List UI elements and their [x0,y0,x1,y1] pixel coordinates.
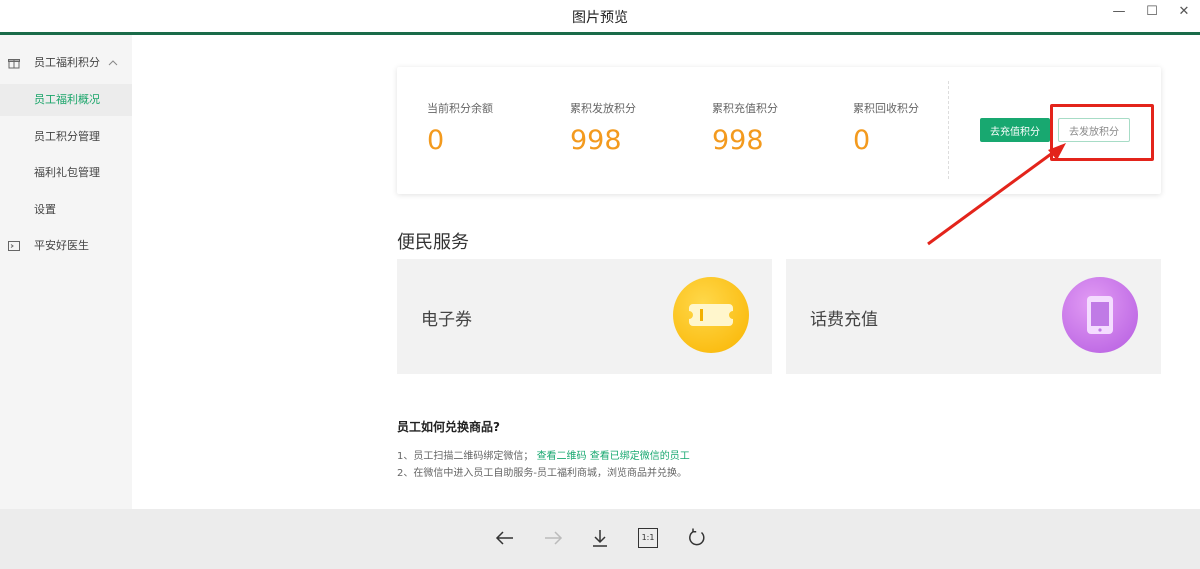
stat-label: 累积发放积分 [570,102,636,115]
sidebar-item-settings[interactable]: 设置 [0,194,132,226]
phone-icon [1062,277,1138,353]
sidebar-item-label: 员工福利积分 [34,56,100,69]
stat-label: 当前积分余额 [427,102,493,115]
maximize-icon[interactable]: ☐ [1141,3,1163,21]
sidebar-item-employee-welfare-points[interactable]: 员工福利积分 [0,47,132,79]
arrow-left-icon[interactable] [494,527,516,549]
stat-label: 累积回收积分 [853,102,919,115]
chevron-up-icon [108,60,118,66]
window-title: 图片预览 [572,10,628,26]
sidebar-item-label: 平安好医生 [34,239,89,252]
sidebar: 员工福利积分 员工福利概况 员工积分管理 福利礼包管理 设置 平安好医生 [0,35,132,509]
stat-value: 998 [570,125,622,156]
sidebar-item-label: 员工福利概况 [34,93,100,106]
image-preview-toolbar: 1:1 [0,509,1200,569]
stat-value: 998 [712,125,764,156]
stat-current-balance: 当前积分余额 0 [427,100,493,156]
minimize-icon[interactable]: — [1108,3,1130,21]
sidebar-item-label: 设置 [34,203,56,216]
annotation-arrow-icon [927,143,1066,246]
stat-value: 0 [853,125,871,156]
close-icon[interactable]: ✕ [1173,3,1195,21]
help-title: 员工如何兑换商品? [397,420,500,434]
gift-icon [8,59,20,69]
view-qrcode-link[interactable]: 查看二维码 [537,451,587,462]
help-step-1: 1、员工扫描二维码绑定微信； 查看二维码 查看已绑定微信的员工 [397,447,690,462]
service-card-e-coupon[interactable]: 电子券 [397,259,772,374]
arrow-right-icon[interactable] [542,527,564,549]
sidebar-item-welfare-overview[interactable]: 员工福利概况 [0,84,132,116]
download-icon[interactable] [589,527,611,549]
ticket-icon [673,277,749,353]
window-title-bar: 图片预览 — ☐ ✕ [0,0,1200,32]
sidebar-item-gift-package-management[interactable]: 福利礼包管理 [0,157,132,189]
rotate-icon[interactable] [686,527,708,549]
actual-size-icon[interactable]: 1:1 [638,528,658,548]
sidebar-item-ping-an-doctor[interactable]: 平安好医生 [0,230,132,262]
stat-total-recovered: 累积回收积分 0 [853,100,919,156]
terminal-icon [8,241,20,251]
service-label: 电子券 [421,310,472,330]
services-section-title: 便民服务 [397,232,469,253]
stat-total-recharged: 累积充值积分 998 [712,100,778,156]
stat-label: 累积充值积分 [712,102,778,115]
stat-value: 0 [427,125,445,156]
service-label: 话费充值 [810,310,878,330]
service-card-phone-recharge[interactable]: 话费充值 [786,259,1161,374]
help-step-2: 2、在微信中进入员工自助服务-员工福利商城，浏览商品并兑换。 [397,468,687,479]
sidebar-item-label: 福利礼包管理 [34,166,100,179]
title-bar-divider [0,32,1200,35]
sidebar-item-label: 员工积分管理 [34,130,100,143]
sidebar-item-points-management[interactable]: 员工积分管理 [0,121,132,153]
stat-total-issued: 累积发放积分 998 [570,100,636,156]
view-bound-employees-link[interactable]: 查看已绑定微信的员工 [590,451,690,462]
help-step-1-text: 1、员工扫描二维码绑定微信； [397,451,534,462]
recharge-points-button[interactable]: 去充值积分 [980,118,1050,142]
